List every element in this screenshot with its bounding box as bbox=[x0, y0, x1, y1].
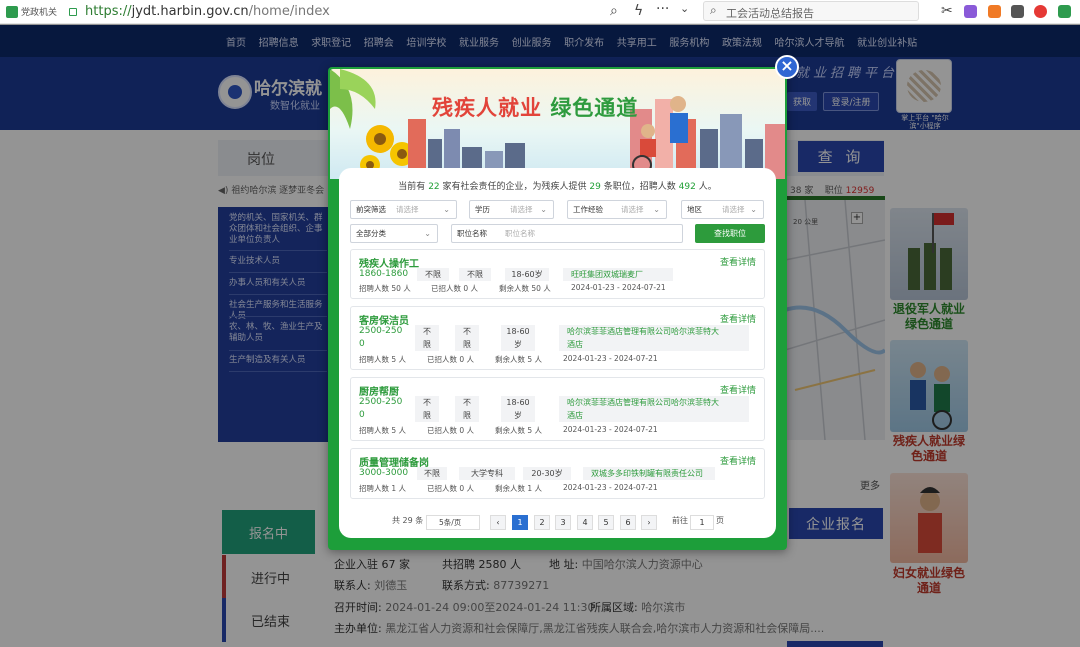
gov-badge[interactable]: 党政机关 bbox=[6, 5, 57, 18]
weibo-icon[interactable] bbox=[1034, 5, 1047, 18]
job-company[interactable]: 哈尔滨菲菲酒店管理有限公司哈尔滨菲特大 酒店 bbox=[559, 325, 749, 351]
job-tag: 不限 bbox=[459, 268, 491, 281]
page-button[interactable]: 2 bbox=[534, 515, 550, 530]
job-name-input[interactable]: 职位名称 职位名称 bbox=[451, 224, 683, 243]
view-detail-link[interactable]: 查看详情 bbox=[720, 312, 756, 325]
close-icon[interactable]: × bbox=[775, 55, 799, 79]
job-age: 18-60岁 bbox=[505, 268, 549, 281]
job-salary: 2500-250 0 bbox=[359, 326, 403, 349]
job-dates: 2024-01-23 - 2024-07-21 bbox=[563, 483, 658, 492]
goto-label: 前往 bbox=[672, 516, 688, 525]
job-company[interactable]: 双城多多印铁制罐有限责任公司 bbox=[583, 467, 715, 480]
fox-icon[interactable] bbox=[988, 5, 1001, 18]
job-salary: 2500-250 0 bbox=[359, 397, 403, 420]
job-card[interactable]: 质量管理储备岗 查看详情 3000-3000 不限 大学专科 20-30岁 双城… bbox=[350, 448, 765, 499]
green-extension-icon[interactable] bbox=[1058, 5, 1071, 18]
job-age: 20-30岁 bbox=[523, 467, 571, 480]
job-remain-count: 剩余人数 50 人 bbox=[499, 284, 551, 293]
scissors-icon[interactable]: ✂ bbox=[941, 3, 953, 19]
more-icon[interactable]: ··· bbox=[656, 1, 669, 17]
job-card[interactable]: 厨房帮厨 查看详情 2500-250 0 不 限 不 限 18-60 岁 哈尔滨… bbox=[350, 377, 765, 441]
prev-page-button[interactable]: ‹ bbox=[490, 515, 506, 530]
address-bar[interactable]: https://jydt.harbin.gov.cn/home/index bbox=[85, 4, 330, 19]
goto-suffix: 页 bbox=[716, 516, 724, 525]
job-tag: 大学专科 bbox=[459, 467, 515, 480]
job-hire-count: 招聘人数 5 人 bbox=[359, 426, 407, 435]
job-hired-count: 已招人数 0 人 bbox=[431, 284, 479, 293]
experience-select[interactable]: 工作经验 请选择 ⌄ bbox=[567, 200, 667, 219]
chevron-down-icon: ⌄ bbox=[750, 205, 757, 214]
chevron-down-icon: ⌄ bbox=[653, 205, 660, 214]
job-company[interactable]: 哈尔滨菲菲酒店管理有限公司哈尔滨菲特大 酒店 bbox=[559, 396, 749, 422]
search-icon[interactable]: ⌕ bbox=[610, 3, 618, 19]
chevron-down-icon: ⌄ bbox=[424, 229, 431, 238]
modal-summary: 当前有 22 家有社会责任的企业，为残疾人提供 29 条职位，招聘人数 492 … bbox=[398, 182, 717, 192]
find-jobs-button[interactable]: 查找职位 bbox=[695, 224, 765, 243]
page-button[interactable]: 1 bbox=[512, 515, 528, 530]
job-hired-count: 已招人数 0 人 bbox=[427, 426, 475, 435]
job-hire-count: 招聘人数 5 人 bbox=[359, 355, 407, 364]
page-button[interactable]: 3 bbox=[555, 515, 571, 530]
job-age: 18-60 岁 bbox=[501, 325, 535, 351]
job-dates: 2024-01-23 - 2024-07-21 bbox=[563, 354, 658, 363]
chevron-down-icon[interactable]: ⌄ bbox=[680, 2, 689, 15]
screen-icon[interactable] bbox=[1011, 5, 1024, 18]
search-icon: ⌕ bbox=[710, 3, 717, 17]
page-button[interactable]: 5 bbox=[598, 515, 614, 530]
education-select[interactable]: 学历 请选择 ⌄ bbox=[469, 200, 554, 219]
job-tag: 不 限 bbox=[415, 325, 439, 351]
lock-icon[interactable] bbox=[69, 7, 78, 16]
job-tag: 不限 bbox=[417, 268, 449, 281]
job-remain-count: 剩余人数 5 人 bbox=[495, 426, 543, 435]
job-card[interactable]: 残疾人操作工 查看详情 1860-1860 不限 不限 18-60岁 旺旺集团双… bbox=[350, 249, 765, 299]
region-select[interactable]: 地区 请选择 ⌄ bbox=[681, 200, 764, 219]
page-size-select[interactable]: 5条/页 bbox=[426, 515, 480, 530]
page-button[interactable]: 6 bbox=[620, 515, 636, 530]
job-company[interactable]: 旺旺集团双城瑞麦厂 bbox=[563, 268, 673, 281]
job-hired-count: 已招人数 0 人 bbox=[427, 484, 475, 493]
job-hire-count: 招聘人数 50 人 bbox=[359, 284, 411, 293]
hero-illustration bbox=[330, 69, 785, 179]
job-tag: 不限 bbox=[417, 467, 447, 480]
job-dates: 2024-01-23 - 2024-07-21 bbox=[563, 425, 658, 434]
chevron-down-icon: ⌄ bbox=[540, 205, 547, 214]
job-salary: 1860-1860 bbox=[359, 269, 409, 279]
view-detail-link[interactable]: 查看详情 bbox=[720, 454, 756, 467]
job-dates: 2024-01-23 - 2024-07-21 bbox=[571, 283, 666, 292]
job-tag: 不 限 bbox=[455, 325, 479, 351]
job-tag: 不 限 bbox=[415, 396, 439, 422]
modal-hero-banner bbox=[330, 69, 785, 179]
view-detail-link[interactable]: 查看详情 bbox=[720, 383, 756, 396]
job-card[interactable]: 客房保洁员 查看详情 2500-250 0 不 限 不 限 18-60 岁 哈尔… bbox=[350, 306, 765, 370]
modal-title: 残疾人就业 绿色通道 bbox=[432, 96, 639, 120]
job-hire-count: 招聘人数 1 人 bbox=[359, 484, 407, 493]
job-remain-count: 剩余人数 1 人 bbox=[495, 484, 543, 493]
browser-search-input[interactable]: ⌕ 工会活动总结报告 bbox=[703, 1, 919, 21]
lightning-icon[interactable]: ϟ bbox=[634, 3, 643, 19]
goto-page-input[interactable]: 1 bbox=[690, 515, 714, 530]
next-page-button[interactable]: › bbox=[641, 515, 657, 530]
page-button[interactable]: 4 bbox=[577, 515, 593, 530]
job-remain-count: 剩余人数 5 人 bbox=[495, 355, 543, 364]
category-select[interactable]: 全部分类 ⌄ bbox=[350, 224, 438, 243]
chevron-down-icon: ⌄ bbox=[443, 205, 450, 214]
job-tag: 不 限 bbox=[455, 396, 479, 422]
shortcut-filter-select[interactable]: 前突筛选 请选择 ⌄ bbox=[350, 200, 457, 219]
job-salary: 3000-3000 bbox=[359, 468, 409, 478]
job-age: 18-60 岁 bbox=[501, 396, 535, 422]
job-hired-count: 已招人数 0 人 bbox=[427, 355, 475, 364]
shield-icon bbox=[6, 5, 18, 18]
extension-icon[interactable] bbox=[964, 5, 977, 18]
view-detail-link[interactable]: 查看详情 bbox=[720, 255, 756, 268]
pager-total: 共 29 条 bbox=[392, 516, 424, 525]
